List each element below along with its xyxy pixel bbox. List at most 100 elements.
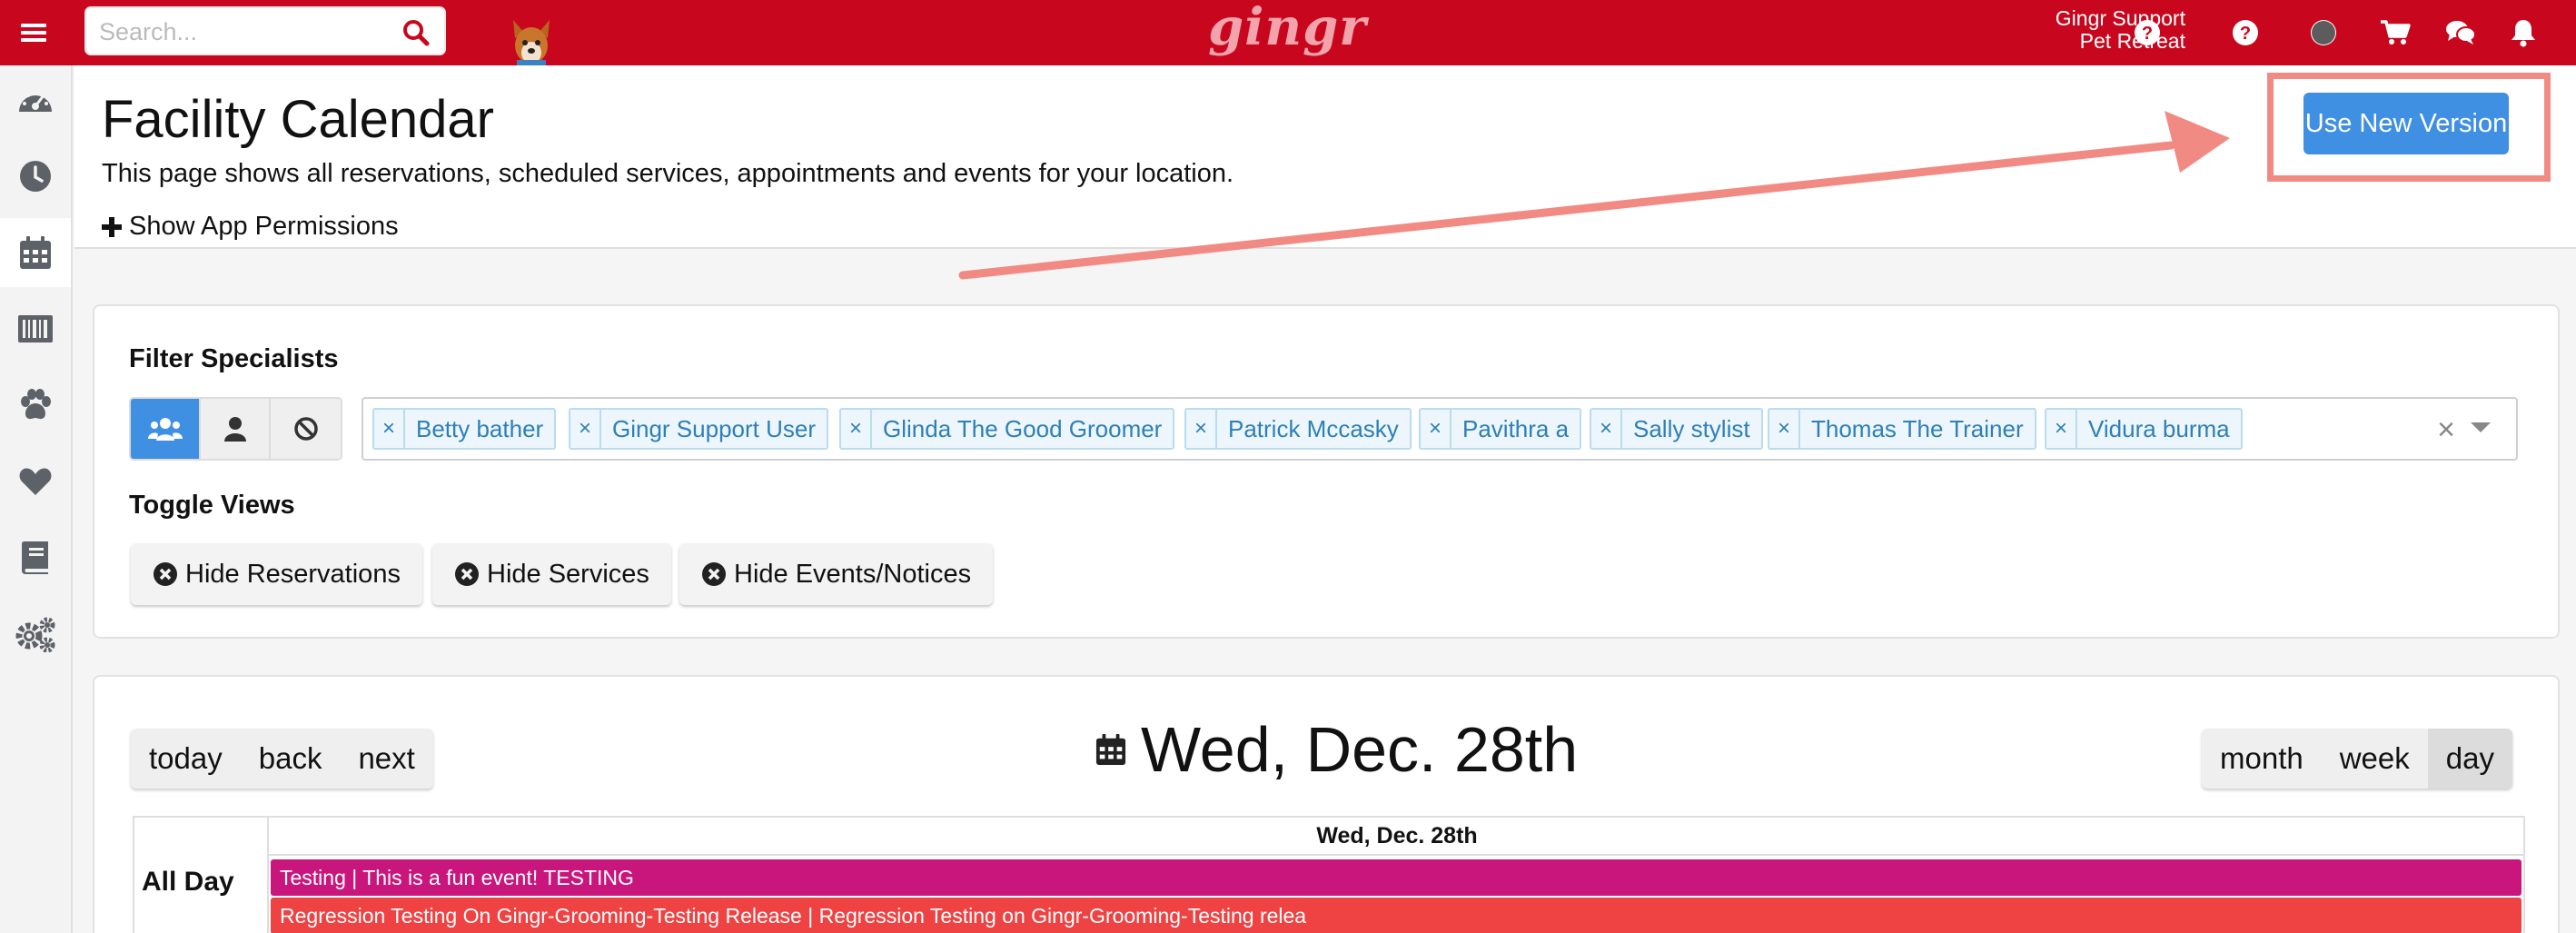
specialist-tag: × Pavithra a [1419, 408, 1582, 450]
specialist-tag: × Patrick Mccasky [1184, 408, 1412, 450]
calendar-panel: today back next Wed, Dec. 28th month wee… [93, 675, 2560, 933]
day-column-header: Wed, Dec. 28th [267, 818, 2525, 856]
account-menu[interactable]: Gingr Support Pet Retreat [2056, 7, 2185, 53]
specialist-tag: × Glinda The Good Groomer [839, 408, 1175, 450]
remove-tag-button[interactable]: × [841, 410, 872, 448]
svg-text:?: ? [2142, 24, 2153, 44]
search-button[interactable] [402, 19, 430, 46]
calendar-date-title: Wed, Dec. 28th [1095, 713, 1578, 786]
month-view-button[interactable]: month [2202, 729, 2322, 789]
all-day-label: All Day [142, 867, 234, 897]
hide-services-button[interactable]: Hide Services [432, 543, 671, 605]
notifications-button[interactable] [2505, 15, 2541, 51]
specialist-filter-mode [129, 397, 342, 461]
remove-tag-button[interactable]: × [374, 410, 405, 448]
chevron-down-icon[interactable] [2471, 422, 2491, 432]
remove-tag-button[interactable]: × [2046, 410, 2077, 448]
help-button[interactable]: ? [2131, 16, 2164, 49]
sidebar-item-dashboard[interactable] [0, 65, 71, 134]
sidebar-item-favorites[interactable] [0, 447, 71, 516]
calendar-title-text: Wed, Dec. 28th [1141, 714, 1579, 785]
plus-icon [102, 216, 122, 237]
top-navigation-bar: gingr Gingr Support Pet Retreat ? ? [0, 0, 2576, 65]
remove-tag-button[interactable]: × [1186, 410, 1217, 448]
sidebar-item-settings[interactable] [0, 600, 71, 669]
search-input[interactable] [99, 14, 381, 50]
remove-tag-button[interactable]: × [570, 410, 601, 448]
sidebar-item-calendar[interactable] [0, 218, 71, 287]
hamburger-icon [21, 24, 46, 42]
next-button[interactable]: next [340, 729, 432, 789]
heart-icon [19, 468, 52, 495]
messages-button[interactable] [2442, 15, 2479, 51]
day-view-button[interactable]: day [2427, 729, 2512, 789]
clock-icon [20, 161, 51, 192]
chat-bubbles-icon [2446, 21, 2476, 45]
calendar-icon [1095, 734, 1126, 765]
remove-tag-button[interactable]: × [1769, 410, 1800, 448]
specialist-tag: × Sally stylist [1590, 408, 1763, 450]
all-day-divider [267, 856, 269, 933]
calendar-navigation: today back next [131, 729, 433, 789]
sidebar-item-reports[interactable] [0, 523, 71, 592]
calendar-event[interactable]: Testing | This is a fun event! TESTING [271, 859, 2522, 896]
hamburger-menu-button[interactable] [0, 0, 67, 65]
no-specialist-button[interactable] [271, 399, 341, 459]
gears-icon [15, 617, 55, 652]
all-specialists-button[interactable] [131, 399, 201, 459]
calendar-icon [20, 236, 51, 269]
page-title: Facility Calendar [102, 90, 494, 149]
today-button[interactable]: today [131, 729, 241, 789]
dashboard-gauge-icon [19, 90, 52, 112]
hide-events-notices-button[interactable]: Hide Events/Notices [679, 543, 994, 605]
question-circle-icon: ? [2135, 20, 2160, 45]
users-group-icon [147, 418, 183, 441]
shopping-cart-icon [2381, 20, 2411, 45]
annotation-highlight-box [2267, 73, 2551, 182]
remove-tag-button[interactable]: × [1421, 410, 1451, 448]
account-name: Gingr Support [2055, 6, 2185, 30]
help-icon: ? [2233, 20, 2258, 45]
mascot-icon [508, 18, 555, 65]
sidebar-item-pets[interactable] [0, 371, 71, 440]
calendar-view-switcher: month week day [2202, 729, 2512, 789]
help-icon-button[interactable]: ? [2227, 15, 2264, 51]
bell-icon [2512, 20, 2535, 47]
sidebar [0, 65, 73, 933]
svg-text:?: ? [2240, 24, 2251, 44]
toggle-views-label: Toggle Views [129, 491, 295, 520]
times-circle-icon [455, 562, 479, 586]
specialist-tag: × Vidura burma [2045, 408, 2243, 450]
gingr-logo[interactable]: gingr [1208, 0, 1367, 55]
specialist-tag: × Betty bather [372, 408, 557, 450]
annotation-arrow-icon [958, 111, 2230, 280]
filter-specialists-label: Filter Specialists [129, 344, 339, 373]
barcode-icon [18, 315, 53, 342]
week-view-button[interactable]: week [2322, 729, 2428, 789]
times-circle-icon [154, 562, 177, 586]
remove-tag-button[interactable]: × [1591, 410, 1622, 448]
ban-icon [293, 417, 318, 441]
filters-panel: Filter Specialists × Betty bather × Ging… [93, 304, 2560, 639]
global-search [84, 6, 446, 55]
cart-button[interactable] [2377, 15, 2413, 51]
sidebar-item-barcode[interactable] [0, 294, 71, 363]
single-specialist-button[interactable] [201, 399, 271, 459]
calendar-grid: Wed, Dec. 28th All Day Testing | This is… [133, 816, 2525, 933]
paw-icon [21, 389, 51, 420]
book-icon [22, 541, 48, 574]
user-icon [223, 417, 246, 442]
clear-all-tags-button[interactable]: × [2432, 413, 2460, 446]
times-circle-icon [702, 562, 726, 586]
back-button[interactable]: back [241, 729, 341, 789]
show-app-permissions-toggle[interactable]: Show App Permissions [102, 212, 399, 242]
online-status-button[interactable] [2305, 15, 2342, 51]
calendar-event[interactable]: Regression Testing On Gingr-Grooming-Tes… [271, 898, 2522, 933]
account-location: Pet Retreat [2079, 29, 2185, 53]
sidebar-item-history[interactable] [0, 142, 71, 211]
hide-reservations-button[interactable]: Hide Reservations [131, 543, 422, 605]
status-dot-icon [2312, 21, 2335, 45]
specialist-tag: × Gingr Support User [569, 408, 828, 450]
specialists-multiselect[interactable]: × Betty bather × Gingr Support User × Gl… [362, 397, 2518, 461]
permissions-toggle-label: Show App Permissions [129, 212, 399, 241]
